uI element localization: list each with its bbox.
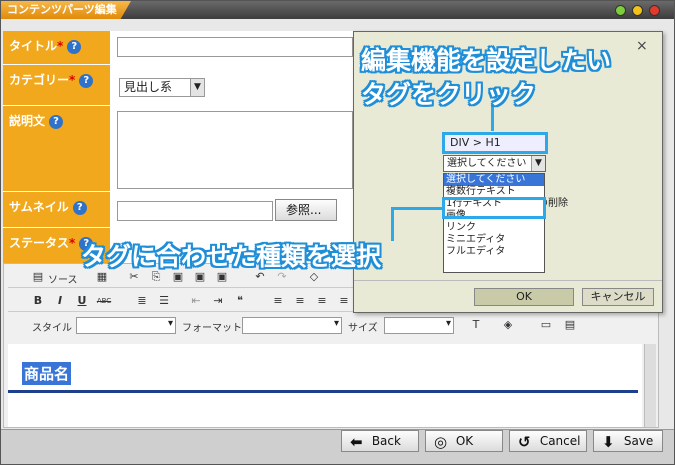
category-label: カテゴリー — [9, 73, 70, 87]
required-mark: * — [57, 39, 64, 53]
title-label: タイトル — [9, 39, 58, 53]
window-title: コンテンツパーツ編集 — [1, 1, 131, 19]
annotation-middle: タグに合わせた種類を選択 — [81, 242, 382, 271]
dialog-divider — [354, 280, 662, 281]
back-label: Back — [371, 434, 401, 448]
close-icon[interactable]: × — [636, 38, 648, 54]
arrow-left-icon: ⬅ — [350, 432, 363, 451]
dropdown-option[interactable]: 選択してください — [444, 174, 544, 186]
bullet-list-icon[interactable]: ☰ — [156, 293, 172, 309]
source-icon[interactable]: ▤ — [30, 269, 46, 285]
chevron-down-icon: ▼ — [190, 79, 204, 96]
target-icon: ◎ — [434, 432, 448, 451]
scrollbar[interactable] — [644, 344, 656, 427]
toolbar-row-3: スタイル フォーマット サイズ T ◈ ▭ ▤ — [8, 314, 648, 336]
title-bar: コンテンツパーツ編集 — [1, 1, 674, 19]
title-input[interactable] — [117, 37, 353, 57]
size-select[interactable] — [384, 317, 454, 334]
type-select-value: 選択してください — [447, 158, 527, 169]
ok-label: OK — [455, 434, 474, 448]
status-label: ステータス — [9, 236, 70, 250]
editor-content[interactable]: 商品名 — [8, 344, 642, 427]
format-select[interactable] — [242, 317, 342, 334]
path-text[interactable]: DIV > H1 — [450, 136, 501, 149]
align-justify-icon[interactable]: ≡ — [336, 293, 352, 309]
title-label-cell: タイトル*? — [3, 31, 110, 64]
help-icon[interactable]: ? — [72, 200, 87, 215]
dialog-cancel-button[interactable]: キャンセル — [582, 288, 654, 306]
save-icon: ⬇ — [602, 432, 615, 451]
description-label-cell: 説明文? — [3, 106, 110, 191]
align-center-icon[interactable]: ≡ — [292, 293, 308, 309]
chevron-down-icon: ▼ — [531, 156, 545, 171]
align-left-icon[interactable]: ≡ — [270, 293, 286, 309]
text-color-icon[interactable]: T — [468, 317, 484, 333]
ok-button[interactable]: ◎ OK — [425, 430, 503, 452]
category-label-cell: カテゴリー*? — [3, 65, 110, 105]
annotation-top-line1: 編集機能を設定したい — [361, 46, 612, 75]
heading-text[interactable]: 商品名 — [22, 362, 72, 385]
description-textarea[interactable] — [117, 111, 353, 189]
save-button[interactable]: ⬇ Save — [593, 430, 663, 452]
required-mark: * — [69, 73, 76, 87]
outdent-icon[interactable]: ⇤ — [188, 293, 204, 309]
refresh-icon: ↺ — [518, 432, 531, 451]
dialog-ok-button[interactable]: OK — [474, 288, 574, 306]
cancel-button[interactable]: ↺ Cancel — [509, 430, 587, 452]
close-icon[interactable] — [649, 5, 660, 16]
option-highlight — [442, 197, 546, 219]
align-right-icon[interactable]: ≡ — [314, 293, 330, 309]
thumbnail-file-input[interactable] — [117, 201, 273, 221]
source-button[interactable]: ソース — [48, 271, 78, 286]
style-label: スタイル — [32, 323, 72, 334]
indent-icon[interactable]: ⇥ — [210, 293, 226, 309]
heading-underline — [8, 390, 638, 393]
save-label: Save — [623, 434, 654, 448]
bold-button[interactable]: B — [30, 293, 46, 309]
underline-button[interactable]: U — [74, 293, 90, 309]
type-select[interactable]: 選択してください ▼ — [443, 155, 546, 172]
italic-button[interactable]: I — [52, 293, 68, 309]
style-select[interactable] — [76, 317, 176, 334]
help-icon[interactable]: ? — [79, 73, 94, 88]
required-mark: * — [69, 236, 76, 250]
browse-button[interactable]: 参照... — [275, 199, 337, 221]
cancel-label: Cancel — [539, 434, 581, 448]
help-icon[interactable]: ? — [49, 114, 64, 129]
description-label: 説明文 — [9, 114, 46, 128]
size-label: サイズ — [348, 323, 378, 334]
category-value: 見出し系 — [124, 80, 173, 94]
maximize-icon[interactable] — [632, 5, 643, 16]
type-dropdown-list: 選択してください 複数行テキスト 1行テキスト 画像 リンク ミニエディタ フル… — [443, 173, 545, 273]
editor-window: コンテンツパーツ編集 タイトル*? カテゴリー*? 見出し系 ▼ 説明文? サム… — [0, 0, 675, 465]
thumbnail-label: サムネイル — [9, 200, 69, 214]
blockquote-icon[interactable]: ❝ — [232, 293, 248, 309]
format-label: フォーマット — [182, 323, 242, 334]
path-box[interactable]: DIV > H1 — [442, 132, 548, 154]
dropdown-option[interactable]: フルエディタ — [444, 246, 544, 258]
thumbnail-label-cell: サムネイル? — [3, 192, 110, 227]
connector-line — [391, 207, 443, 210]
image-icon[interactable]: ▭ — [538, 317, 554, 333]
dropdown-option[interactable]: リンク — [444, 222, 544, 234]
back-button[interactable]: ⬅ Back — [341, 430, 419, 452]
strike-button[interactable]: ABC — [96, 293, 112, 309]
help-icon[interactable]: ? — [67, 39, 82, 54]
dropdown-option[interactable]: ミニエディタ — [444, 234, 544, 246]
annotation-top-line2: タグをクリック — [361, 80, 537, 109]
numbered-list-icon[interactable]: ≣ — [134, 293, 150, 309]
table-icon[interactable]: ▤ — [562, 317, 578, 333]
bottom-bar: ⬅ Back ◎ OK ↺ Cancel ⬇ Save — [1, 429, 674, 464]
background-color-icon[interactable]: ◈ — [500, 317, 516, 333]
category-select[interactable]: 見出し系 ▼ — [119, 78, 205, 97]
connector-line — [391, 207, 394, 241]
minimize-icon[interactable] — [615, 5, 626, 16]
